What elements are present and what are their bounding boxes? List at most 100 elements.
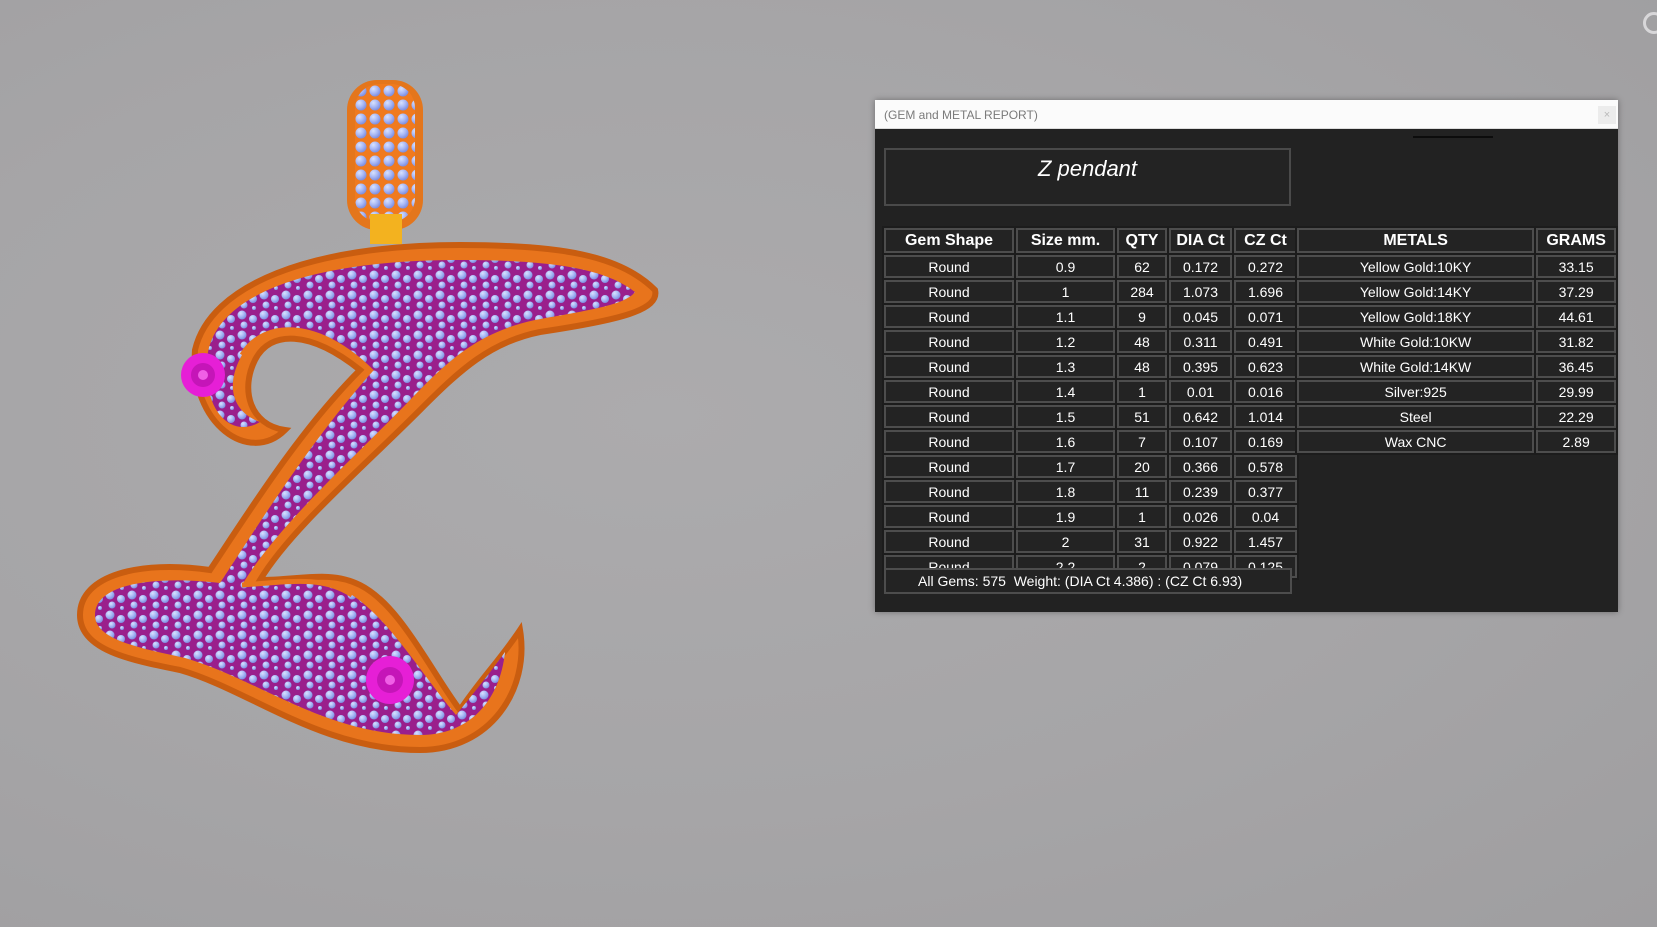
cell-dia-ct: 0.395 — [1169, 355, 1232, 378]
cell-gem-shape: Round — [884, 405, 1014, 428]
cell-metal: White Gold:14KW — [1297, 355, 1535, 378]
cell-grams: 2.89 — [1536, 430, 1616, 453]
cell-cz-ct: 0.272 — [1234, 255, 1297, 278]
table-row: Steel 22.29 — [1297, 405, 1616, 428]
table-row: Silver:925 29.99 — [1297, 380, 1616, 403]
cell-gem-shape: Round — [884, 330, 1014, 353]
gem-table: Gem Shape Size mm. QTY DIA Ct CZ Ct Roun… — [882, 226, 1299, 580]
cell-metal: Silver:925 — [1297, 380, 1535, 403]
cell-dia-ct: 0.01 — [1169, 380, 1232, 403]
cell-dia-ct: 0.642 — [1169, 405, 1232, 428]
cell-dia-ct: 0.026 — [1169, 505, 1232, 528]
cell-cz-ct: 0.071 — [1234, 305, 1297, 328]
header-dia-ct: DIA Ct — [1169, 228, 1232, 253]
cell-metal: Yellow Gold:14KY — [1297, 280, 1535, 303]
cell-size: 2 — [1016, 530, 1115, 553]
cell-dia-ct: 0.107 — [1169, 430, 1232, 453]
cell-gem-shape: Round — [884, 505, 1014, 528]
header-metals: METALS — [1297, 228, 1535, 253]
divider — [1413, 136, 1493, 138]
table-row: White Gold:10KW 31.82 — [1297, 330, 1616, 353]
cell-gem-shape: Round — [884, 380, 1014, 403]
metal-table: METALS GRAMS Yellow Gold:10KY 33.15 Yell… — [1295, 226, 1618, 455]
cell-qty: 1 — [1117, 505, 1167, 528]
cell-metal: White Gold:10KW — [1297, 330, 1535, 353]
cell-gem-shape: Round — [884, 530, 1014, 553]
cell-size: 1.9 — [1016, 505, 1115, 528]
bale — [347, 80, 423, 244]
cell-size: 1 — [1016, 280, 1115, 303]
report-name: Z pendant — [1037, 156, 1138, 181]
table-row: Round 1.3 48 0.395 0.623 — [884, 355, 1297, 378]
orbit-icon[interactable] — [1643, 12, 1657, 34]
pendant-render — [76, 80, 659, 754]
cell-metal: Yellow Gold:10KY — [1297, 255, 1535, 278]
cell-grams: 36.45 — [1536, 355, 1616, 378]
cell-cz-ct: 0.578 — [1234, 455, 1297, 478]
cell-qty: 31 — [1117, 530, 1167, 553]
header-qty: QTY — [1117, 228, 1167, 253]
cell-gem-shape: Round — [884, 280, 1014, 303]
cell-size: 1.3 — [1016, 355, 1115, 378]
cell-dia-ct: 0.045 — [1169, 305, 1232, 328]
window-titlebar[interactable]: (GEM and METAL REPORT) × — [875, 100, 1618, 129]
cell-gem-shape: Round — [884, 355, 1014, 378]
cell-grams: 31.82 — [1536, 330, 1616, 353]
cell-size: 1.2 — [1016, 330, 1115, 353]
cell-gem-shape: Round — [884, 455, 1014, 478]
gem-summary: All Gems: 575 Weight: (DIA Ct 4.386) : (… — [918, 573, 1243, 589]
cell-qty: 20 — [1117, 455, 1167, 478]
window-title: (GEM and METAL REPORT) — [884, 108, 1038, 122]
cell-grams: 37.29 — [1536, 280, 1616, 303]
cell-dia-ct: 0.239 — [1169, 480, 1232, 503]
cell-qty: 1 — [1117, 380, 1167, 403]
cell-dia-ct: 0.172 — [1169, 255, 1232, 278]
table-row: Round 1.8 11 0.239 0.377 — [884, 480, 1297, 503]
cell-size: 1.4 — [1016, 380, 1115, 403]
cell-grams: 22.29 — [1536, 405, 1616, 428]
cell-gem-shape: Round — [884, 480, 1014, 503]
cell-cz-ct: 1.457 — [1234, 530, 1297, 553]
table-row: White Gold:14KW 36.45 — [1297, 355, 1616, 378]
cell-grams: 29.99 — [1536, 380, 1616, 403]
cell-qty: 7 — [1117, 430, 1167, 453]
cell-cz-ct: 0.377 — [1234, 480, 1297, 503]
cell-qty: 9 — [1117, 305, 1167, 328]
cell-dia-ct: 0.311 — [1169, 330, 1232, 353]
cell-gem-shape: Round — [884, 305, 1014, 328]
table-row: Round 1 284 1.073 1.696 — [884, 280, 1297, 303]
table-row: Round 1.7 20 0.366 0.578 — [884, 455, 1297, 478]
header-gem-shape: Gem Shape — [884, 228, 1014, 253]
table-row: Round 1.2 48 0.311 0.491 — [884, 330, 1297, 353]
cell-dia-ct: 0.366 — [1169, 455, 1232, 478]
cell-grams: 33.15 — [1536, 255, 1616, 278]
table-row: Round 1.4 1 0.01 0.016 — [884, 380, 1297, 403]
table-row: Wax CNC 2.89 — [1297, 430, 1616, 453]
cell-cz-ct: 0.04 — [1234, 505, 1297, 528]
cell-size: 0.9 — [1016, 255, 1115, 278]
metal-table-header: METALS GRAMS — [1297, 228, 1616, 253]
cell-qty: 284 — [1117, 280, 1167, 303]
close-icon[interactable]: × — [1598, 106, 1616, 124]
cell-cz-ct: 0.491 — [1234, 330, 1297, 353]
gem-table-header: Gem Shape Size mm. QTY DIA Ct CZ Ct — [884, 228, 1297, 253]
cell-metal: Steel — [1297, 405, 1535, 428]
table-row: Round 0.9 62 0.172 0.272 — [884, 255, 1297, 278]
cell-qty: 62 — [1117, 255, 1167, 278]
table-row: Round 1.9 1 0.026 0.04 — [884, 505, 1297, 528]
cell-metal: Yellow Gold:18KY — [1297, 305, 1535, 328]
table-row: Yellow Gold:10KY 33.15 — [1297, 255, 1616, 278]
gem-metal-report-window: (GEM and METAL REPORT) × Z pendant Gem S… — [875, 100, 1618, 612]
cell-qty: 48 — [1117, 330, 1167, 353]
header-cz-ct: CZ Ct — [1234, 228, 1297, 253]
cell-cz-ct: 0.169 — [1234, 430, 1297, 453]
cell-cz-ct: 1.696 — [1234, 280, 1297, 303]
cell-dia-ct: 1.073 — [1169, 280, 1232, 303]
header-size: Size mm. — [1016, 228, 1115, 253]
cell-qty: 48 — [1117, 355, 1167, 378]
cell-size: 1.7 — [1016, 455, 1115, 478]
table-row: Round 1.6 7 0.107 0.169 — [884, 430, 1297, 453]
cell-size: 1.8 — [1016, 480, 1115, 503]
cell-cz-ct: 0.016 — [1234, 380, 1297, 403]
cell-qty: 51 — [1117, 405, 1167, 428]
